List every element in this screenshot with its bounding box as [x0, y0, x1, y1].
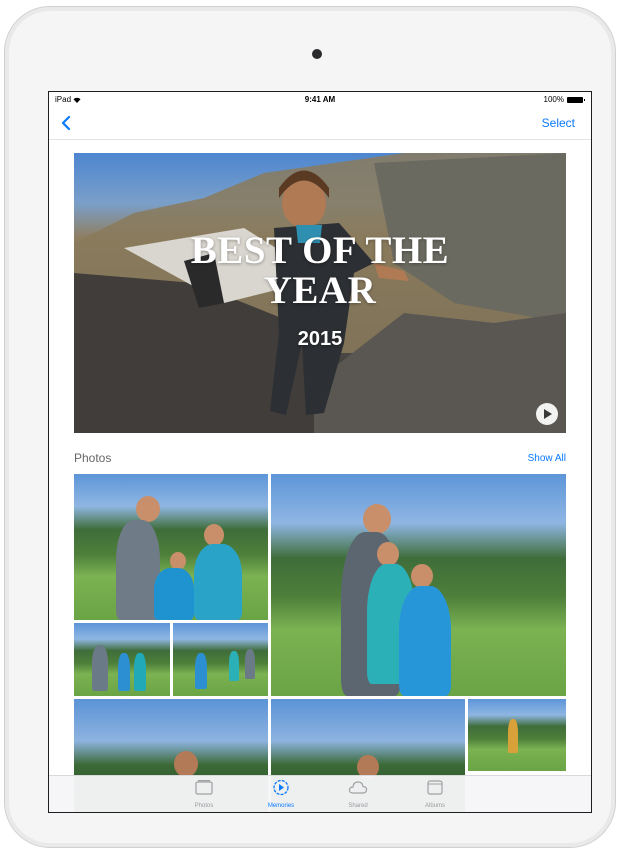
select-button[interactable]: Select [542, 116, 575, 130]
person-figure [508, 719, 518, 753]
tab-photos[interactable]: Photos [174, 779, 234, 809]
person-figure [154, 568, 194, 620]
person-head [411, 564, 433, 588]
status-battery: 100% [543, 95, 585, 104]
play-icon[interactable] [536, 403, 558, 425]
battery-percent: 100% [543, 95, 564, 104]
memory-title-line2: YEAR [263, 269, 377, 312]
person-head [174, 751, 198, 777]
tab-label: Shared [348, 803, 368, 809]
memory-year: 2015 [297, 328, 343, 350]
person-figure [245, 649, 255, 679]
tab-albums[interactable]: Albums [405, 779, 465, 809]
tab-label: Photos [194, 803, 214, 809]
photo-thumbnail[interactable] [271, 474, 566, 696]
tab-memories[interactable]: Memories [251, 779, 311, 809]
person-figure [118, 653, 130, 691]
person-figure [194, 544, 242, 620]
person-figure [134, 653, 146, 691]
show-all-button[interactable]: Show All [528, 453, 566, 464]
navigation-bar: Select [49, 107, 591, 140]
tab-bar: Photos Memories Shared Albums [49, 775, 591, 812]
memory-hero-image[interactable]: BEST OF THE YEAR 2015 [74, 153, 566, 433]
memories-icon [273, 779, 289, 796]
person-head [363, 504, 391, 534]
tab-label: Memories [267, 803, 295, 809]
photos-icon [195, 780, 213, 795]
photo-thumbnail[interactable] [74, 474, 268, 620]
back-chevron-icon[interactable] [57, 113, 77, 133]
person-figure [195, 653, 207, 689]
tab-label: Albums [424, 803, 445, 809]
photo-thumbnail[interactable] [173, 623, 268, 696]
tab-shared[interactable]: Shared [328, 779, 388, 809]
person-figure [399, 586, 451, 696]
photos-section-title: Photos [74, 451, 112, 465]
memory-title-line1: BEST OF THE [190, 229, 450, 272]
person-head [136, 496, 160, 522]
person-head [377, 542, 399, 566]
ipad-frame: iPad 9:41 AM 100% Select BEST OF THE YEA… [4, 6, 616, 848]
photo-thumbnail[interactable] [74, 623, 170, 696]
person-figure [229, 651, 239, 681]
photo-thumbnail[interactable] [468, 699, 566, 771]
battery-icon [567, 96, 585, 103]
front-camera [312, 49, 322, 59]
memory-title: BEST OF THE YEAR [74, 231, 566, 311]
cloud-icon [348, 781, 368, 794]
person-head [204, 524, 224, 546]
screen: iPad 9:41 AM 100% Select BEST OF THE YEA… [48, 91, 592, 813]
albums-icon [427, 780, 443, 795]
status-bar: iPad 9:41 AM 100% [49, 92, 591, 107]
status-time: 9:41 AM [304, 95, 336, 104]
person-figure [92, 645, 108, 691]
